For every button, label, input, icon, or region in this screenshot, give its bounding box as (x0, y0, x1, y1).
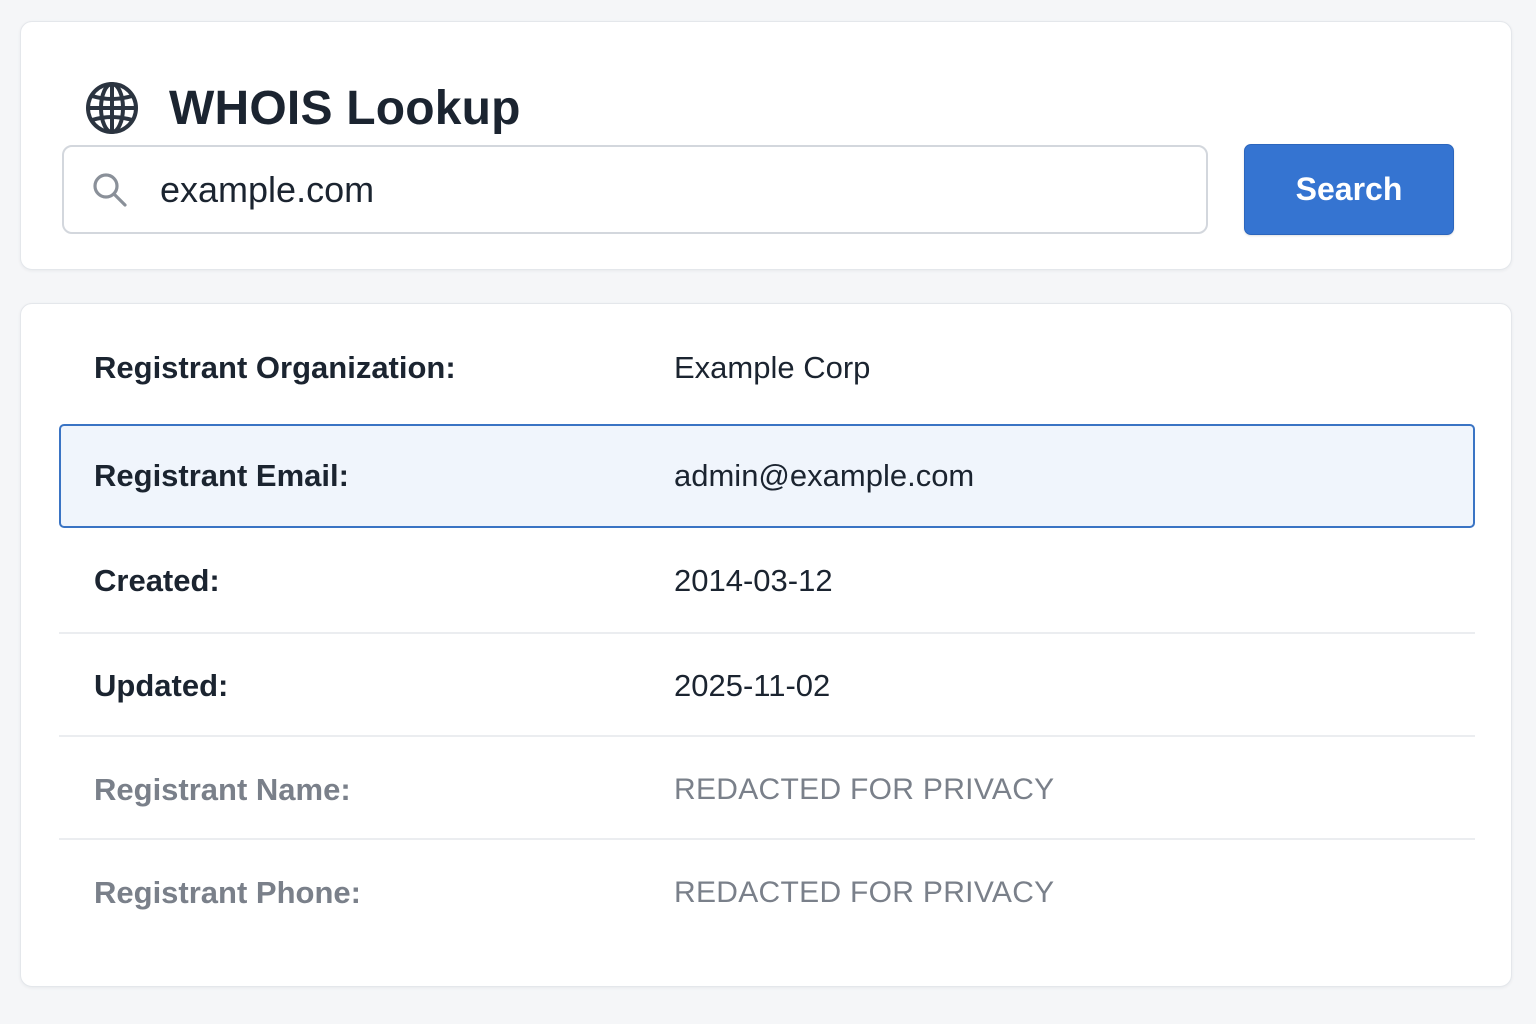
result-value: REDACTED FOR PRIVACY (674, 876, 1055, 909)
header: WHOIS Lookup (84, 78, 521, 138)
result-label: Registrant Name: (94, 772, 351, 807)
search-icon (90, 170, 130, 210)
result-value: REDACTED FOR PRIVACY (674, 773, 1055, 806)
page-title: WHOIS Lookup (169, 81, 521, 135)
result-label: Created: (94, 563, 220, 598)
result-value: 2014-03-12 (674, 563, 833, 598)
row-divider (59, 838, 1475, 840)
result-row-registrant-organization: Registrant Organization: Example Corp (59, 326, 1475, 410)
result-row-registrant-email[interactable]: Registrant Email: admin@example.com (59, 424, 1475, 528)
result-label: Registrant Organization: (94, 350, 456, 385)
result-value: admin@example.com (674, 458, 975, 493)
search-button[interactable]: Search (1244, 144, 1454, 235)
result-label: Registrant Phone: (94, 875, 361, 910)
results-card: Registrant Organization: Example Corp Re… (20, 303, 1512, 987)
result-row-registrant-phone: Registrant Phone: REDACTED FOR PRIVACY (59, 847, 1475, 939)
result-value: 2025-11-02 (674, 668, 831, 703)
search-field[interactable] (62, 145, 1208, 234)
result-row-updated: Updated: 2025-11-02 (59, 640, 1475, 732)
search-input[interactable] (160, 168, 1140, 211)
result-row-registrant-name: Registrant Name: REDACTED FOR PRIVACY (59, 744, 1475, 836)
result-label: Registrant Email: (94, 458, 349, 493)
row-divider (59, 632, 1475, 634)
result-row-created: Created: 2014-03-12 (59, 536, 1475, 626)
globe-icon (84, 80, 140, 136)
result-label: Updated: (94, 668, 229, 703)
search-card: WHOIS Lookup Search (20, 21, 1512, 270)
row-divider (59, 735, 1475, 737)
result-value: Example Corp (674, 350, 871, 385)
